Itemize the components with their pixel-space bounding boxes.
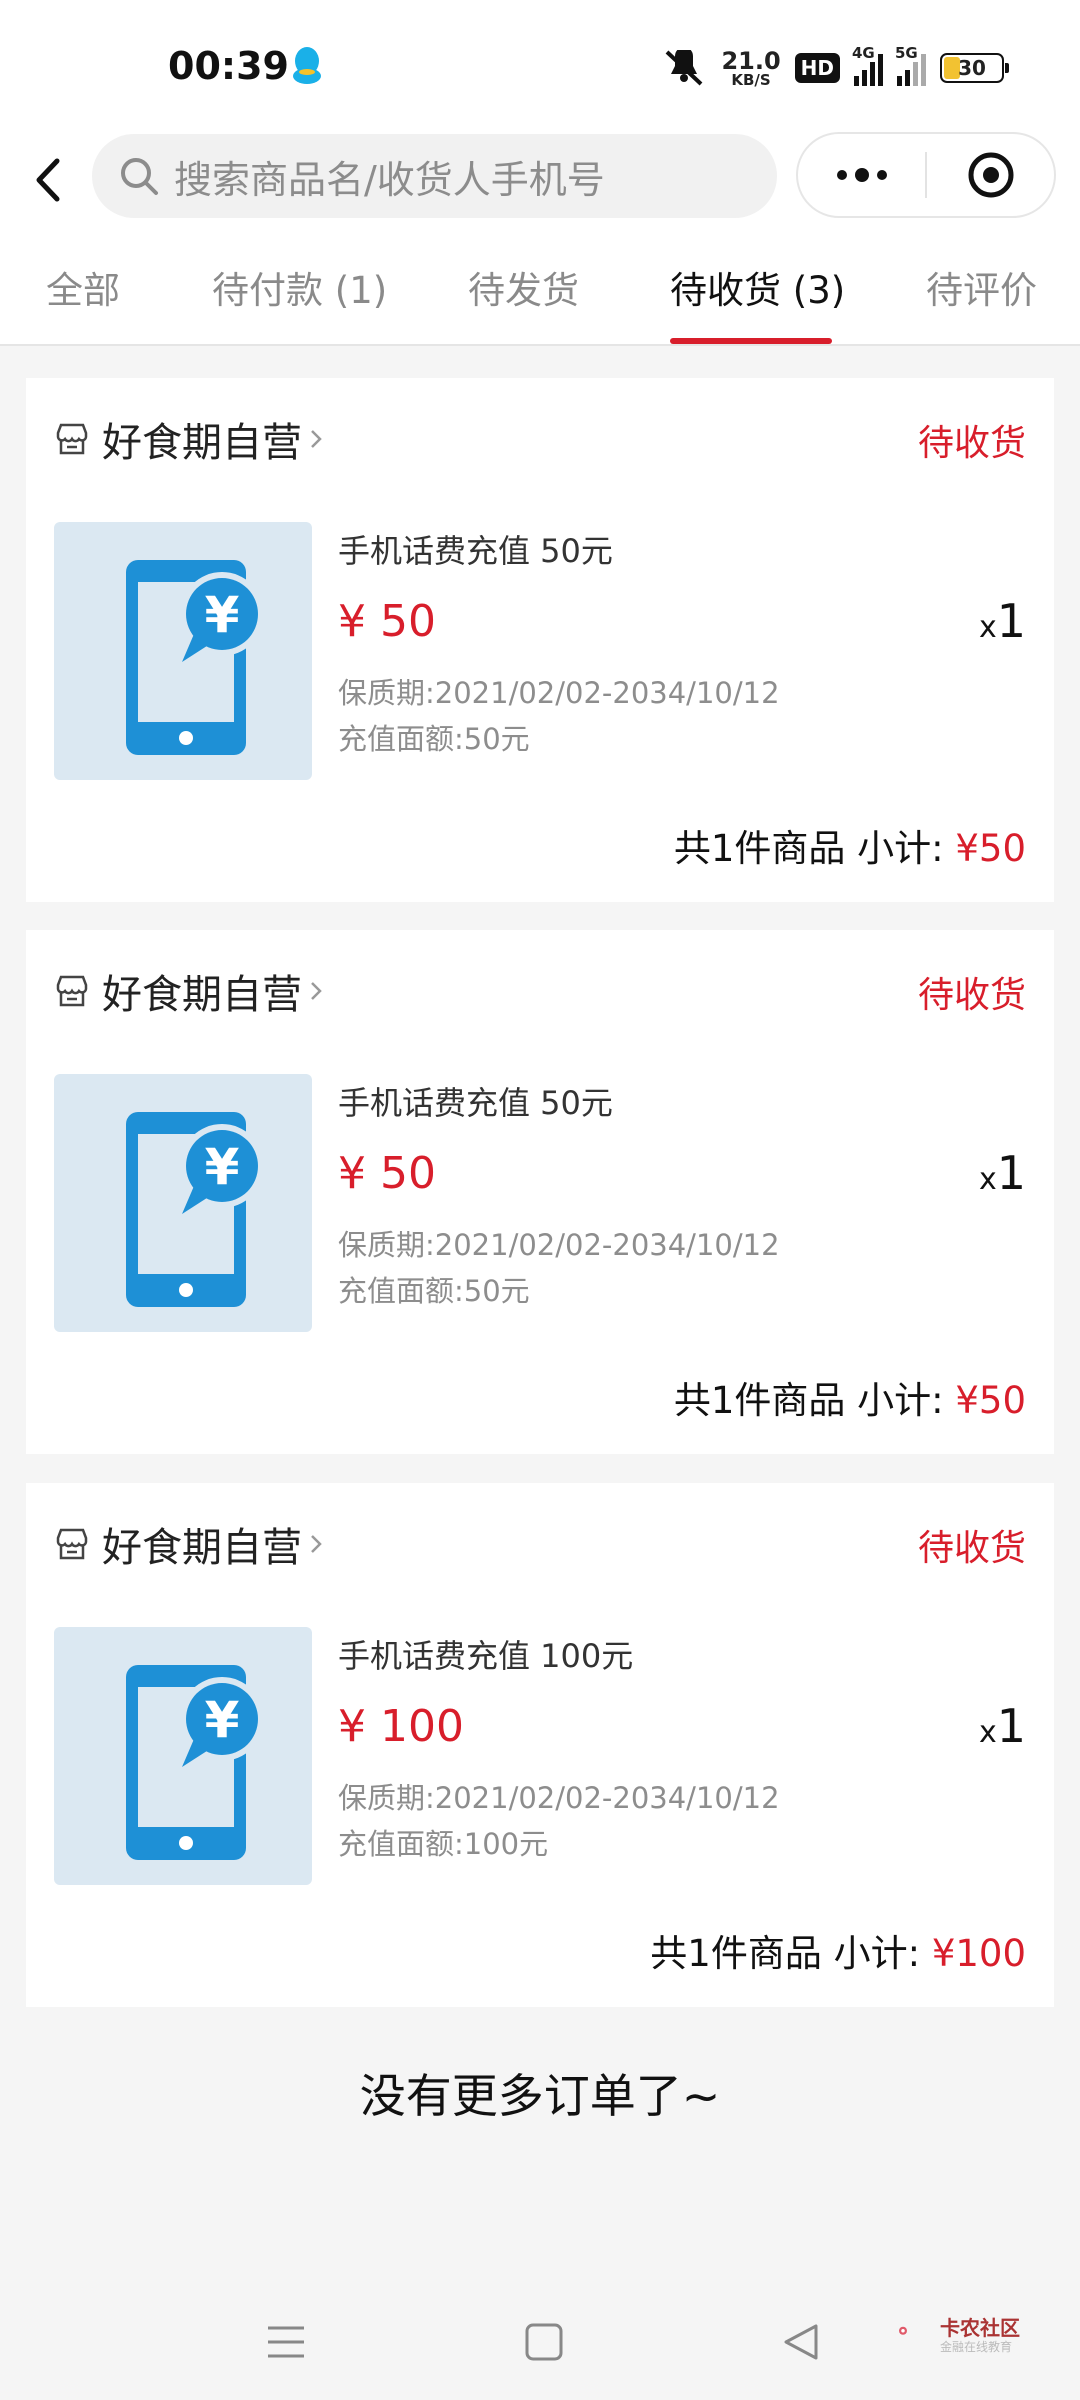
product-validity: 保质期:2021/02/02-2034/10/12 — [338, 1781, 780, 1815]
shop-name: 好食期自营 — [102, 972, 302, 1018]
product-price: ¥ 50 — [338, 596, 436, 647]
order-card[interactable]: 好食期自营 待收货 ¥ 手机话费充值 50元 ¥ 50 x1 保质期:2021/… — [26, 378, 1054, 902]
status-time: 00:39 — [168, 44, 289, 88]
menu-button[interactable] — [256, 2312, 316, 2372]
store-icon — [56, 1528, 88, 1560]
quantity-prefix: x — [978, 1715, 997, 1750]
chevron-right-icon — [311, 430, 322, 448]
shop-link[interactable]: 好食期自营 — [54, 1515, 324, 1573]
phone-recharge-icon: ¥ — [126, 560, 264, 755]
header: 搜索商品名/收货人手机号 — [0, 130, 1080, 230]
subtotal-label: 共1件商品 小计: — [673, 827, 956, 870]
phone-recharge-icon: ¥ — [126, 1665, 264, 1860]
phone-recharge-icon: ¥ — [126, 1112, 264, 1307]
qq-icon — [293, 47, 321, 84]
hd-badge: HD — [794, 53, 840, 83]
product-image[interactable]: ¥ — [54, 1074, 312, 1332]
back-nav-button[interactable] — [772, 2312, 832, 2372]
tab-all[interactable]: 全部 — [46, 260, 120, 314]
quantity-value: 1 — [996, 1146, 1026, 1200]
shop-link[interactable]: 好食期自营 — [54, 410, 324, 468]
order-status: 待收货 — [917, 1528, 1026, 1569]
quantity-prefix: x — [978, 1162, 997, 1197]
quantity-prefix: x — [978, 610, 997, 645]
net-speed: 21.0 KB/S — [721, 49, 780, 88]
tab-pending-payment[interactable]: 待付款 (1) — [212, 260, 387, 314]
tab-pending-receipt[interactable]: 待收货 (3) — [670, 260, 845, 314]
product-name[interactable]: 手机话费充值 100元 — [338, 1631, 633, 1677]
battery-icon: 30 — [940, 53, 1009, 83]
net-speed-value: 21.0 — [721, 46, 781, 75]
product-face-value: 充值面额:100元 — [338, 1827, 549, 1861]
product-image[interactable]: ¥ — [54, 522, 312, 780]
shop-link[interactable]: 好食期自营 — [54, 962, 324, 1020]
search-placeholder: 搜索商品名/收货人手机号 — [174, 157, 605, 202]
order-status: 待收货 — [917, 975, 1026, 1016]
battery-level: 30 — [958, 56, 986, 80]
product-validity: 保质期:2021/02/02-2034/10/12 — [338, 1228, 780, 1262]
miniprogram-capsule — [796, 132, 1056, 218]
order-subtotal: 共1件商品 小计: ¥50 — [674, 1370, 1026, 1424]
home-square-icon — [525, 2323, 563, 2361]
signal-sim1-icon: 4G — [852, 44, 883, 86]
subtotal-label: 共1件商品 小计: — [650, 1932, 932, 1975]
menu-icon — [268, 2326, 304, 2358]
search-icon — [121, 158, 158, 195]
tab-pending-review[interactable]: 待评价 — [926, 260, 1037, 314]
watermark-logo-icon — [899, 2326, 907, 2335]
watermark-title: 卡农社区 — [940, 2316, 1020, 2340]
subtotal-label: 共1件商品 小计: — [673, 1379, 956, 1422]
chevron-right-icon — [311, 1535, 322, 1553]
product-face-value: 充值面额:50元 — [338, 1274, 530, 1308]
order-subtotal: 共1件商品 小计: ¥100 — [650, 1923, 1026, 1977]
close-miniprogram-button[interactable] — [927, 134, 1054, 216]
product-quantity: x1 — [979, 1146, 1026, 1200]
product-validity: 保质期:2021/02/02-2034/10/12 — [338, 676, 780, 710]
order-status: 待收货 — [917, 423, 1026, 464]
product-name[interactable]: 手机话费充值 50元 — [338, 526, 613, 572]
store-icon — [56, 975, 88, 1007]
order-subtotal: 共1件商品 小计: ¥50 — [674, 818, 1026, 872]
subtotal-amount: ¥100 — [931, 1932, 1026, 1975]
quantity-value: 1 — [996, 594, 1026, 648]
order-card[interactable]: 好食期自营 待收货 ¥ 手机话费充值 100元 ¥ 100 x1 保质期:202… — [26, 1483, 1054, 2007]
chevron-left-icon — [36, 158, 60, 202]
watermark-subtitle: 金融在线教育 — [940, 2340, 1013, 2354]
product-quantity: x1 — [979, 594, 1026, 648]
tab-active-indicator — [670, 338, 832, 344]
search-input[interactable]: 搜索商品名/收货人手机号 — [92, 134, 777, 218]
no-more-orders-text: 没有更多订单了~ — [359, 2069, 721, 2123]
order-tabs: 全部 待付款 (1) 待发货 待收货 (3) 待评价 — [0, 230, 1080, 346]
tab-pending-shipment[interactable]: 待发货 — [468, 260, 579, 314]
signal-sim2-icon: 5G — [895, 44, 926, 86]
product-image[interactable]: ¥ — [54, 1627, 312, 1885]
order-card[interactable]: 好食期自营 待收货 ¥ 手机话费充值 50元 ¥ 50 x1 保质期:2021/… — [26, 930, 1054, 1454]
svg-text:¥: ¥ — [205, 586, 240, 644]
product-name[interactable]: 手机话费充值 50元 — [338, 1078, 613, 1124]
shop-name: 好食期自营 — [102, 420, 302, 466]
quantity-value: 1 — [996, 1699, 1026, 1753]
store-icon — [56, 423, 88, 455]
back-button[interactable] — [20, 152, 76, 208]
product-face-value: 充值面额:50元 — [338, 722, 530, 756]
product-price: ¥ 100 — [338, 1701, 464, 1752]
shop-name: 好食期自营 — [102, 1525, 302, 1571]
mute-icon — [666, 50, 703, 86]
svg-text:¥: ¥ — [205, 1138, 240, 1196]
product-quantity: x1 — [979, 1699, 1026, 1753]
subtotal-amount: ¥50 — [955, 827, 1026, 870]
sim1-label: 4G — [852, 44, 875, 62]
chevron-right-icon — [311, 982, 322, 1000]
svg-text:¥: ¥ — [205, 1691, 240, 1749]
sim2-label: 5G — [895, 44, 918, 62]
more-dots-icon — [836, 168, 887, 182]
triangle-back-icon — [784, 2324, 818, 2360]
net-speed-unit: KB/S — [731, 70, 771, 89]
product-price: ¥ 50 — [338, 1148, 436, 1199]
more-button[interactable] — [798, 134, 925, 216]
status-bar: 00:39 21.0 KB/S HD 4G 5G 30 — [0, 0, 1080, 130]
subtotal-amount: ¥50 — [955, 1379, 1026, 1422]
home-button[interactable] — [514, 2312, 574, 2372]
target-close-icon — [968, 152, 1013, 198]
